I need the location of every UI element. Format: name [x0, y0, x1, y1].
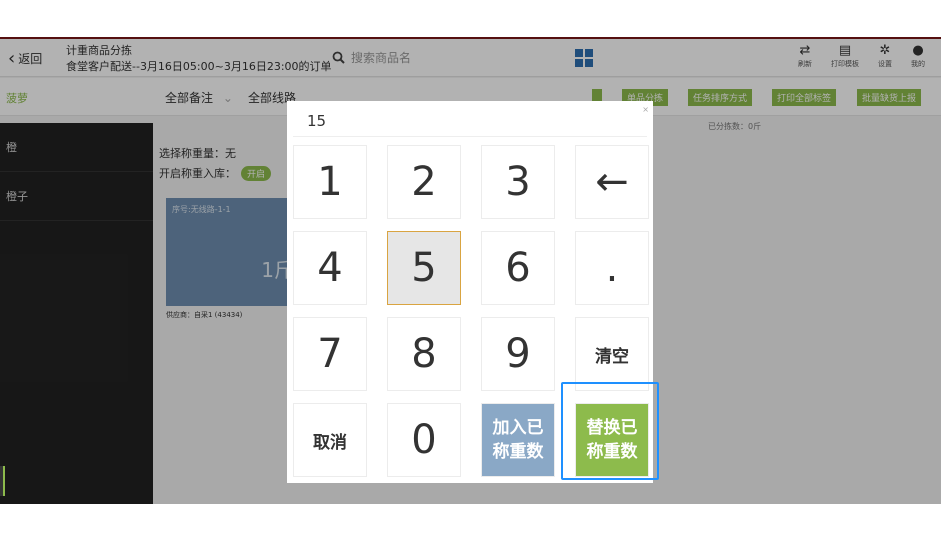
keypad-value: 15	[307, 112, 327, 130]
key-4[interactable]: 4	[293, 231, 367, 305]
key-2[interactable]: 2	[387, 145, 461, 219]
key-9[interactable]: 9	[481, 317, 555, 391]
clear-key[interactable]: 清空	[575, 317, 649, 391]
decimal-key[interactable]: .	[575, 231, 649, 305]
close-icon[interactable]: ×	[642, 105, 649, 114]
key-5[interactable]: 5	[387, 231, 461, 305]
side-handle[interactable]	[0, 466, 5, 496]
key-0[interactable]: 0	[387, 403, 461, 477]
focus-ring	[561, 382, 659, 480]
key-8[interactable]: 8	[387, 317, 461, 391]
key-6[interactable]: 6	[481, 231, 555, 305]
add-weighed-button[interactable]: 加入已 称重数	[481, 403, 555, 477]
key-1[interactable]: 1	[293, 145, 367, 219]
cancel-key[interactable]: 取消	[293, 403, 367, 477]
backspace-key[interactable]: ←	[575, 145, 649, 219]
keypad-display[interactable]: 15	[293, 107, 647, 137]
key-3[interactable]: 3	[481, 145, 555, 219]
key-7[interactable]: 7	[293, 317, 367, 391]
